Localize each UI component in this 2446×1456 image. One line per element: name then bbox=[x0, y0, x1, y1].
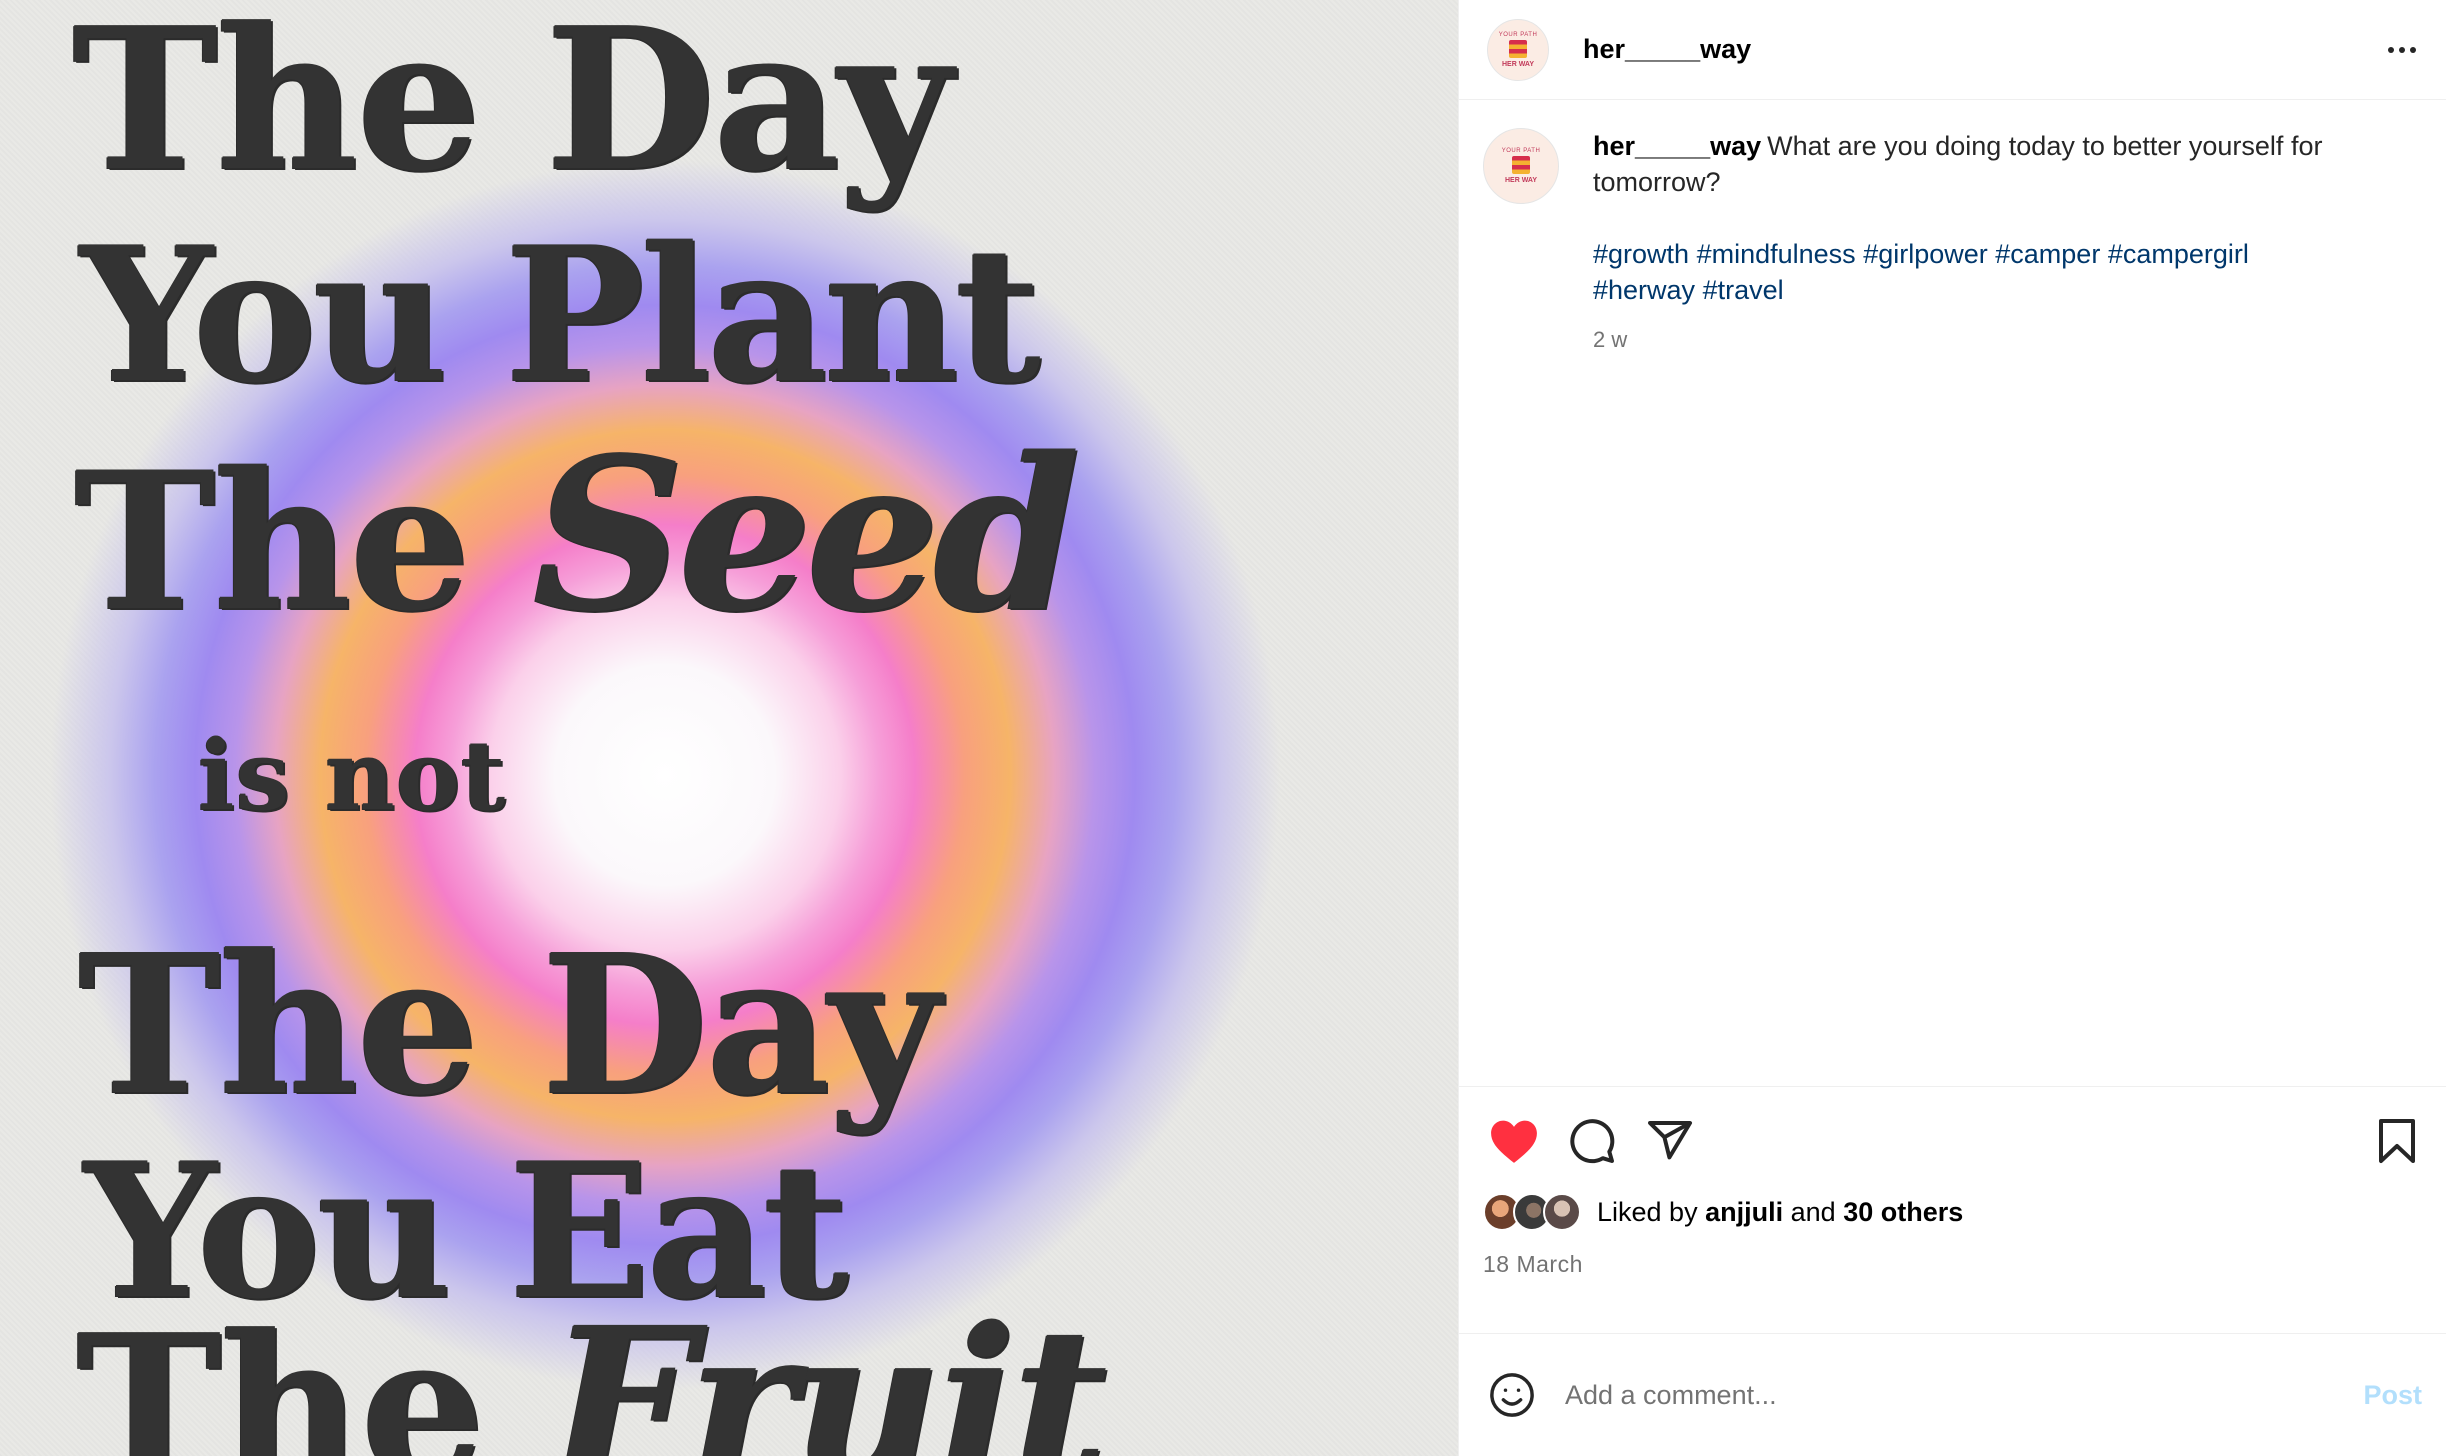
send-icon[interactable] bbox=[1643, 1114, 1697, 1168]
likes-connector: and bbox=[1790, 1196, 1836, 1227]
likes-prefix: Liked by bbox=[1597, 1196, 1698, 1227]
action-bar bbox=[1459, 1113, 2446, 1169]
liker-avatar bbox=[1543, 1193, 1581, 1231]
logo-text: HER WAY bbox=[1504, 177, 1538, 184]
poster-word-fruit: Fruit bbox=[549, 1282, 1107, 1456]
liker-avatars[interactable] bbox=[1483, 1193, 1581, 1231]
hashtag-link[interactable]: #campergirl bbox=[2108, 239, 2249, 269]
emoji-icon[interactable] bbox=[1485, 1368, 1539, 1422]
profile-avatar[interactable]: YOUR PATH HER WAY bbox=[1487, 18, 1549, 81]
hashtag-link[interactable]: #girlpower bbox=[1863, 239, 1988, 269]
bookmark-icon[interactable] bbox=[2370, 1114, 2424, 1168]
hashtag-link[interactable]: #camper bbox=[1995, 239, 2100, 269]
post-header: YOUR PATH HER WAY her_____way bbox=[1459, 0, 2446, 100]
liker-username[interactable]: anjjuli bbox=[1705, 1197, 1783, 1227]
more-options-icon[interactable] bbox=[2384, 37, 2420, 63]
caption-time-ago[interactable]: 2 w bbox=[1593, 322, 2406, 358]
post-image[interactable]: The Day You Plant The Seed is not The Da… bbox=[0, 0, 1458, 1456]
likes-summary: Liked by anjjuli and 30 others bbox=[1483, 1193, 1963, 1231]
poster-line: The Seed bbox=[74, 430, 1080, 640]
poster-word-seed: Seed bbox=[532, 411, 1081, 658]
hashtag-link[interactable]: #mindfulness bbox=[1697, 239, 1856, 269]
hashtag-link[interactable]: #herway bbox=[1593, 275, 1695, 305]
comment-input[interactable] bbox=[1563, 1378, 2364, 1412]
post-comment-button[interactable]: Post bbox=[2363, 1380, 2422, 1411]
comment-icon[interactable] bbox=[1565, 1114, 1619, 1168]
logo-flag-icon bbox=[1509, 39, 1527, 58]
poster-line: The Fruit bbox=[76, 1300, 1108, 1456]
header-username[interactable]: her_____way bbox=[1583, 34, 2384, 65]
heart-filled-icon[interactable] bbox=[1487, 1114, 1541, 1168]
caption-username[interactable]: her_____way bbox=[1593, 131, 1761, 161]
hashtag-list: #growth #mindfulness #girlpower #camper … bbox=[1593, 236, 2406, 308]
comments-area: YOUR PATH HER WAY her_____way What are yo… bbox=[1459, 100, 2446, 1086]
likes-text: Liked by anjjuli and 30 others bbox=[1597, 1197, 1963, 1228]
logo-text: HER WAY bbox=[1501, 60, 1535, 68]
poster-word: The bbox=[74, 430, 533, 653]
caption-avatar[interactable]: YOUR PATH HER WAY bbox=[1483, 128, 1559, 204]
hashtag-link[interactable]: #travel bbox=[1703, 275, 1784, 305]
logo-top-text: YOUR PATH bbox=[1498, 31, 1538, 38]
hashtag-link[interactable]: #growth bbox=[1593, 239, 1689, 269]
logo-flag-icon bbox=[1512, 156, 1530, 174]
caption: YOUR PATH HER WAY her_____way What are yo… bbox=[1483, 128, 2406, 358]
poster-line: is not bbox=[198, 719, 507, 832]
poster-line: The Day bbox=[78, 913, 940, 1138]
logo-top-text: YOUR PATH bbox=[1501, 148, 1541, 154]
poster-line: You Plant bbox=[80, 205, 1041, 424]
caption-body: her_____way What are you doing today to b… bbox=[1593, 128, 2406, 358]
add-comment-bar: Post bbox=[1459, 1333, 2446, 1456]
post-side-panel: YOUR PATH HER WAY her_____way YOUR PATH … bbox=[1458, 0, 2446, 1456]
poster-word: The bbox=[76, 1292, 550, 1456]
post-date[interactable]: 18 March bbox=[1483, 1251, 1583, 1278]
post-actions-section: Liked by anjjuli and 30 others 18 March bbox=[1459, 1086, 2446, 1456]
poster-line: The Day bbox=[72, 0, 952, 215]
likes-others-link[interactable]: 30 others bbox=[1843, 1197, 1963, 1227]
post-container: The Day You Plant The Seed is not The Da… bbox=[0, 0, 2446, 1456]
